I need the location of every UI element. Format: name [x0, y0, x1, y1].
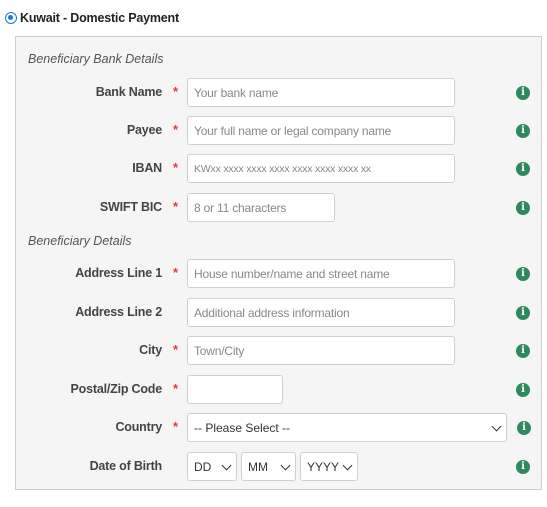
bank-name-input[interactable]: Your bank name — [187, 78, 455, 107]
required-marker: * — [173, 84, 179, 99]
postal-code-input[interactable] — [187, 375, 283, 404]
info-icon[interactable]: i — [516, 267, 530, 281]
chevron-down-icon — [221, 460, 232, 471]
city-input[interactable]: Town/City — [187, 336, 455, 365]
dob-year-value: YYYY — [307, 460, 340, 474]
section-beneficiary-details: Beneficiary Details — [28, 234, 132, 248]
label-address-line-1: Address Line 1 — [75, 266, 162, 280]
info-icon[interactable]: i — [516, 344, 530, 358]
country-select[interactable]: -- Please Select -- — [187, 413, 507, 442]
row-swift: SWIFT BIC * 8 or 11 characters i — [0, 193, 547, 223]
row-bank-name: Bank Name * Your bank name i — [0, 78, 547, 108]
required-marker: * — [173, 265, 179, 280]
dob-year-select[interactable]: YYYY — [300, 452, 358, 481]
label-postal-code: Postal/Zip Code — [70, 382, 163, 396]
label-swift: SWIFT BIC — [99, 200, 162, 214]
required-marker: * — [173, 342, 179, 357]
info-icon[interactable]: i — [516, 201, 530, 215]
radio-button[interactable] — [5, 12, 17, 24]
address-line-2-input[interactable]: Additional address information — [187, 298, 455, 327]
required-marker: * — [173, 419, 179, 434]
chevron-down-icon — [280, 460, 291, 471]
info-icon[interactable]: i — [516, 383, 530, 397]
dob-month-value: MM — [248, 460, 268, 474]
info-icon[interactable]: i — [516, 86, 530, 100]
chevron-down-icon — [342, 460, 353, 471]
iban-input[interactable]: KWxx xxxx xxxx xxxx xxxx xxxx xxxx xx — [187, 154, 455, 183]
label-date-of-birth: Date of Birth — [89, 459, 163, 473]
label-city: City — [139, 343, 162, 357]
dob-day-value: DD — [194, 460, 212, 474]
section-bank-details: Beneficiary Bank Details — [28, 52, 164, 66]
info-icon[interactable]: i — [517, 421, 531, 435]
chevron-down-icon — [491, 421, 502, 432]
country-select-value: -- Please Select -- — [194, 421, 291, 435]
payee-input[interactable]: Your full name or legal company name — [187, 116, 455, 145]
label-country: Country — [115, 420, 162, 434]
required-marker: * — [173, 122, 179, 137]
info-icon[interactable]: i — [516, 306, 530, 320]
row-address-line-2: Address Line 2 Additional address inform… — [0, 298, 547, 328]
label-payee: Payee — [126, 123, 162, 137]
swift-input[interactable]: 8 or 11 characters — [187, 193, 335, 222]
label-bank-name: Bank Name — [95, 85, 162, 99]
row-payee: Payee * Your full name or legal company … — [0, 116, 547, 146]
address-line-1-input[interactable]: House number/name and street name — [187, 259, 455, 288]
payment-option-label: Kuwait - Domestic Payment — [20, 11, 179, 25]
payment-option-kuwait[interactable]: Kuwait - Domestic Payment — [5, 11, 179, 25]
required-marker: * — [173, 160, 179, 175]
row-iban: IBAN * KWxx xxxx xxxx xxxx xxxx xxxx xxx… — [0, 154, 547, 184]
row-address-line-1: Address Line 1 * House number/name and s… — [0, 259, 547, 289]
label-address-line-2: Address Line 2 — [75, 305, 162, 319]
row-date-of-birth: Date of Birth DD MM YYYY i — [0, 452, 547, 482]
dob-month-select[interactable]: MM — [241, 452, 296, 481]
row-postal-code: Postal/Zip Code * i — [0, 375, 547, 405]
row-city: City * Town/City i — [0, 336, 547, 366]
label-iban: IBAN — [132, 161, 162, 175]
info-icon[interactable]: i — [516, 162, 530, 176]
row-country: Country * -- Please Select -- i — [0, 413, 547, 443]
info-icon[interactable]: i — [516, 460, 530, 474]
dob-day-select[interactable]: DD — [187, 452, 237, 481]
required-marker: * — [173, 381, 179, 396]
required-marker: * — [173, 199, 179, 214]
info-icon[interactable]: i — [516, 124, 530, 138]
